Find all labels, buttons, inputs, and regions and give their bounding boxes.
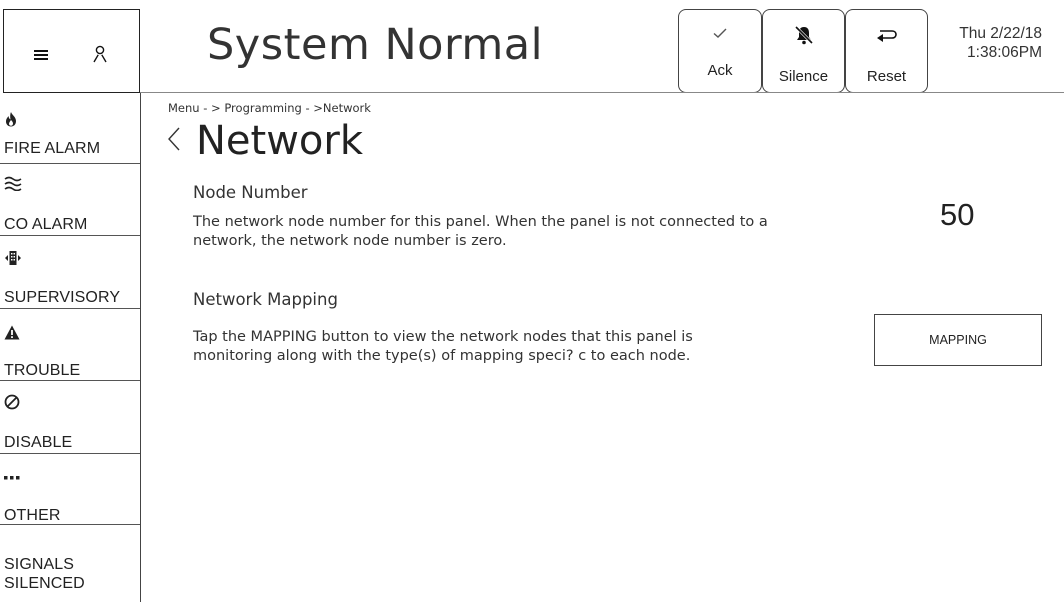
node-number-value[interactable]: 50	[940, 197, 974, 233]
sidebar-item-label: OTHER	[4, 507, 61, 524]
node-number-description-line1: The network node number for this panel. …	[193, 214, 768, 230]
sidebar-item-co-alarm[interactable]: CO ALARM	[0, 164, 140, 236]
sidebar-item-label-line1: SIGNALS	[4, 556, 75, 573]
waves-icon	[4, 176, 22, 191]
sidebar-item-supervisory[interactable]: SUPERVISORY	[0, 236, 140, 309]
reset-button[interactable]: Reset	[845, 9, 928, 93]
date-time-display: Thu 2/22/18 1:38:06PM	[959, 24, 1042, 62]
ack-label: Ack	[707, 62, 733, 79]
mapping-button[interactable]: MAPPING	[874, 314, 1042, 366]
sidebar-item-label-line2: SILENCED	[4, 575, 85, 592]
building-icon	[5, 251, 21, 265]
back-chevron-icon[interactable]	[166, 125, 182, 153]
breadcrumb: Menu - > Programming - >Network	[168, 101, 371, 115]
warning-icon	[4, 325, 20, 340]
sidebar-item-signals-silenced[interactable]: SIGNALS SILENCED	[0, 525, 140, 602]
network-mapping-description-line1: Tap the MAPPING button to view the netwo…	[193, 329, 693, 345]
reset-arrow-icon	[876, 30, 897, 42]
date-text: Thu 2/22/18	[959, 25, 1042, 42]
page-title: Network	[196, 118, 364, 164]
system-status-title: System Normal	[207, 20, 544, 70]
ack-button[interactable]: Ack	[678, 9, 762, 93]
sidebar-item-fire-alarm[interactable]: FIRE ALARM	[0, 93, 140, 164]
network-mapping-title: Network Mapping	[193, 290, 338, 309]
node-number-description-line2: network, the network node number is zero…	[193, 233, 507, 249]
ellipsis-icon	[4, 476, 20, 480]
sidebar-item-label: SUPERVISORY	[4, 289, 121, 306]
prohibited-icon	[4, 394, 20, 410]
flame-icon	[6, 112, 16, 127]
sidebar-item-other[interactable]: OTHER	[0, 454, 140, 525]
user-icon[interactable]	[92, 45, 108, 63]
time-text: 1:38:06PM	[967, 44, 1042, 61]
sidebar-item-label: DISABLE	[4, 434, 73, 451]
sidebar: FIRE ALARM CO ALARM SUPERVISORY TROUBLE	[0, 93, 141, 602]
network-mapping-description-line2: monitoring along with the type(s) of map…	[193, 348, 691, 364]
node-number-title: Node Number	[193, 183, 308, 202]
reset-label: Reset	[866, 68, 907, 85]
checkmark-icon	[713, 28, 727, 38]
silence-label: Silence	[778, 68, 829, 85]
sidebar-item-label: FIRE ALARM	[4, 140, 101, 157]
sidebar-item-label: TROUBLE	[4, 362, 81, 379]
sidebar-item-trouble[interactable]: TROUBLE	[0, 309, 140, 381]
hamburger-icon[interactable]	[34, 50, 48, 60]
silence-bell-icon	[794, 25, 813, 45]
sidebar-item-disable[interactable]: DISABLE	[0, 381, 140, 454]
header-divider	[140, 92, 1064, 93]
silence-button[interactable]: Silence	[762, 9, 845, 93]
top-left-panel	[3, 9, 140, 93]
sidebar-item-label: CO ALARM	[4, 216, 88, 233]
